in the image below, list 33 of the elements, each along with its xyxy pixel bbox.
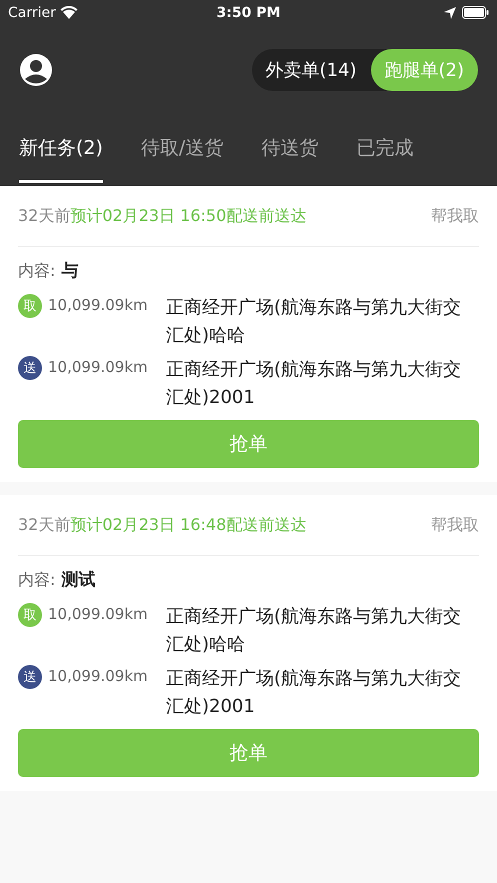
stop-badge: 取: [18, 603, 42, 627]
delivery-eta: 预计02月23日 16:48配送前送达: [70, 514, 306, 536]
tab[interactable]: 待取/送货: [140, 115, 224, 183]
distance: 10,099.09km: [48, 667, 149, 685]
tab[interactable]: 已完成: [356, 115, 414, 183]
user-avatar-icon[interactable]: [20, 54, 52, 86]
stop-badge: 送: [18, 665, 42, 689]
battery-icon: [462, 6, 489, 19]
distance: 10,099.09km: [48, 358, 149, 376]
order-type: 帮我取: [431, 514, 479, 536]
clock-time: 3:50 PM: [216, 4, 280, 20]
content-value: 测试: [61, 569, 96, 591]
order-age: 32天前: [18, 514, 70, 536]
delivery-eta: 预计02月23日 16:50配送前送达: [70, 206, 306, 226]
address: 正商经开广场(航海东路与第九大街交汇处)哈哈: [166, 605, 462, 657]
carrier-name: Carrier: [8, 4, 56, 20]
location-arrow-icon: [444, 6, 456, 18]
tab[interactable]: 新任务(2): [19, 115, 103, 183]
segment-button[interactable]: 外卖单(14): [252, 49, 370, 91]
stop-badge: 送: [18, 356, 42, 380]
distance: 10,099.09km: [48, 296, 149, 314]
tab[interactable]: 待送货: [261, 115, 318, 183]
content-value: 与: [61, 260, 78, 282]
order-age: 32天前: [18, 206, 70, 226]
content-label: 内容:: [18, 261, 56, 282]
address: 正商经开广场(航海东路与第九大街交汇处)哈哈: [166, 296, 462, 348]
content-label: 内容:: [18, 570, 56, 591]
address: 正商经开广场(航海东路与第九大街交汇处)2001: [166, 358, 462, 410]
order-type: 帮我取: [431, 206, 479, 226]
address: 正商经开广场(航海东路与第九大街交汇处)2001: [166, 667, 462, 719]
wifi-icon: [60, 6, 78, 19]
distance: 10,099.09km: [48, 605, 149, 623]
stop-badge: 取: [18, 294, 42, 318]
